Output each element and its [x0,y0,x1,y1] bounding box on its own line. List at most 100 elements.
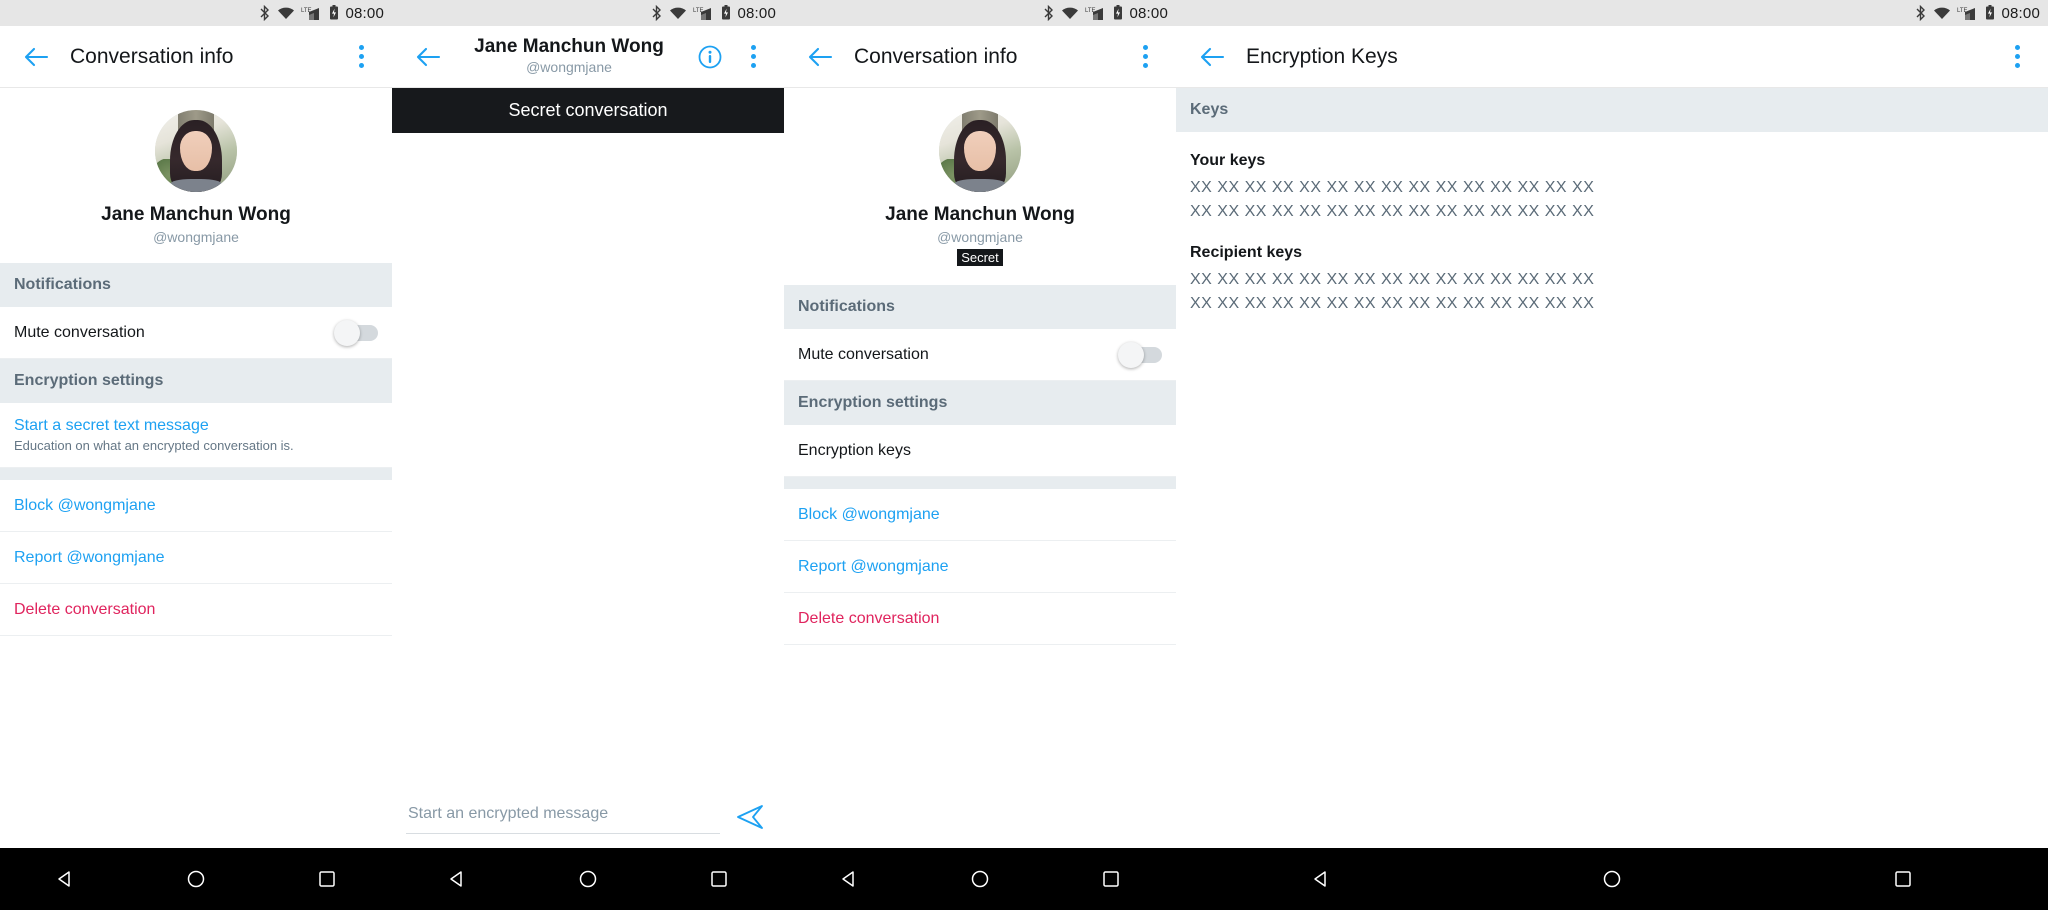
overflow-menu-icon[interactable] [736,35,770,79]
nav-back-triangle-icon[interactable] [839,869,859,889]
row-report-user[interactable]: Report @wongmjane [784,541,1176,593]
profile-header: Jane Manchun Wong @wongmjane Secret [784,88,1176,285]
your-keys-group: Your keys XX XX XX XX XX XX XX XX XX XX … [1190,152,2034,224]
message-input[interactable]: Start an encrypted message [406,799,720,834]
send-icon[interactable] [730,804,770,830]
screenshot-root: LTE 08:00 Conversation info Jane Manchun… [0,0,2048,910]
nav-recents-square-icon[interactable] [317,869,337,889]
block-label: Block @wongmjane [798,505,940,523]
row-block-user[interactable]: Block @wongmjane [784,489,1176,541]
bluetooth-icon [1042,5,1055,21]
overflow-menu-icon[interactable] [2000,35,2034,79]
back-arrow-icon[interactable] [798,46,842,68]
status-bar: LTE 08:00 [784,0,1176,26]
nav-home-circle-icon[interactable] [1602,869,1622,889]
your-keys-line: XX XX XX XX XX XX XX XX XX XX XX XX XX X… [1190,179,1595,196]
profile-name: Jane Manchun Wong [101,204,291,225]
section-header-notifications: Notifications [0,263,392,307]
section-divider [784,477,1176,489]
back-arrow-icon[interactable] [14,46,58,68]
status-clock: 08:00 [345,4,384,22]
nav-home-circle-icon[interactable] [578,869,598,889]
overflow-menu-icon[interactable] [1128,35,1162,79]
row-delete-conversation[interactable]: Delete conversation [0,584,392,636]
recipient-keys-line: XX XX XX XX XX XX XX XX XX XX XX XX XX X… [1190,295,1595,312]
wifi-icon [277,6,295,20]
profile-handle: @wongmjane [153,229,239,245]
section-header-notifications: Notifications [784,285,1176,329]
page-title: Encryption Keys [1246,44,1398,68]
battery-charging-icon [1985,5,1995,21]
message-composer: Start an encrypted message [392,789,784,848]
battery-charging-icon [1113,5,1123,21]
row-delete-conversation[interactable]: Delete conversation [784,593,1176,645]
avatar [155,110,237,192]
mute-label: Mute conversation [798,345,929,363]
app-bar: Conversation info [784,26,1176,88]
mute-label: Mute conversation [14,323,145,341]
page-title: Conversation info [854,44,1018,68]
battery-charging-icon [721,5,731,21]
status-clock: 08:00 [2001,4,2040,22]
battery-charging-icon [329,5,339,21]
mute-toggle[interactable] [1118,341,1162,368]
row-mute-conversation[interactable]: Mute conversation [0,307,392,359]
app-bar: Jane Manchun Wong @wongmjane [392,26,784,88]
status-clock: 08:00 [737,4,776,22]
section-header-keys: Keys [1176,88,2048,132]
row-mute-conversation[interactable]: Mute conversation [784,329,1176,381]
panel-body: Jane Manchun Wong @wongmjane Secret Noti… [784,88,1176,848]
report-label: Report @wongmjane [798,557,949,575]
nav-bar [784,848,1176,910]
back-arrow-icon[interactable] [406,46,450,68]
mute-toggle[interactable] [334,319,378,346]
status-bar: LTE 08:00 [1176,0,2048,26]
start-secret-message-subtitle: Education on what an encrypted conversat… [14,438,294,453]
start-secret-message-link: Start a secret text message [14,417,209,434]
panel-encryption-keys: LTE 08:00 Encryption Keys Keys Your keys… [1176,0,2048,910]
panel-body: Keys Your keys XX XX XX XX XX XX XX XX X… [1176,88,2048,848]
block-label: Block @wongmjane [14,496,156,514]
section-header-encryption: Encryption settings [784,381,1176,425]
wifi-icon [1933,6,1951,20]
delete-label: Delete conversation [798,609,940,627]
bluetooth-icon [258,5,271,21]
section-divider [0,468,392,480]
row-encryption-keys[interactable]: Encryption keys [784,425,1176,477]
chat-contact-name: Jane Manchun Wong [474,36,664,58]
panel-conversation-info: LTE 08:00 Conversation info Jane Manchun… [0,0,392,910]
nav-recents-square-icon[interactable] [1893,869,1913,889]
page-title: Conversation info [70,44,234,68]
profile-handle: @wongmjane [937,229,1023,245]
nav-back-triangle-icon[interactable] [55,869,75,889]
recipient-keys-group: Recipient keys XX XX XX XX XX XX XX XX X… [1190,244,2034,316]
lte-signal-icon: LTE [1957,6,1979,21]
nav-recents-square-icon[interactable] [1101,869,1121,889]
row-report-user[interactable]: Report @wongmjane [0,532,392,584]
status-bar: LTE 08:00 [392,0,784,26]
nav-home-circle-icon[interactable] [970,869,990,889]
row-block-user[interactable]: Block @wongmjane [0,480,392,532]
nav-bar [392,848,784,910]
nav-bar [1176,848,2048,910]
nav-back-triangle-icon[interactable] [447,869,467,889]
row-start-secret-message[interactable]: Start a secret text message Education on… [0,403,392,468]
nav-back-triangle-icon[interactable] [1311,869,1331,889]
overflow-menu-icon[interactable] [344,35,378,79]
bluetooth-icon [1914,5,1927,21]
nav-bar [0,848,392,910]
recipient-keys-title: Recipient keys [1190,244,1303,261]
recipient-keys-line: XX XX XX XX XX XX XX XX XX XX XX XX XX X… [1190,271,1595,288]
avatar [939,110,1021,192]
secret-conversation-banner: Secret conversation [392,88,784,133]
back-arrow-icon[interactable] [1190,46,1234,68]
chat-title-block[interactable]: Jane Manchun Wong @wongmjane [456,36,682,76]
nav-recents-square-icon[interactable] [709,869,729,889]
your-keys-line: XX XX XX XX XX XX XX XX XX XX XX XX XX X… [1190,203,1595,220]
nav-home-circle-icon[interactable] [186,869,206,889]
app-bar: Conversation info [0,26,392,88]
report-label: Report @wongmjane [14,548,165,566]
info-circle-icon[interactable] [688,44,732,70]
profile-name: Jane Manchun Wong [885,204,1075,225]
panel-secret-chat: LTE 08:00 Jane Manchun Wong @wongmjane S… [392,0,784,910]
